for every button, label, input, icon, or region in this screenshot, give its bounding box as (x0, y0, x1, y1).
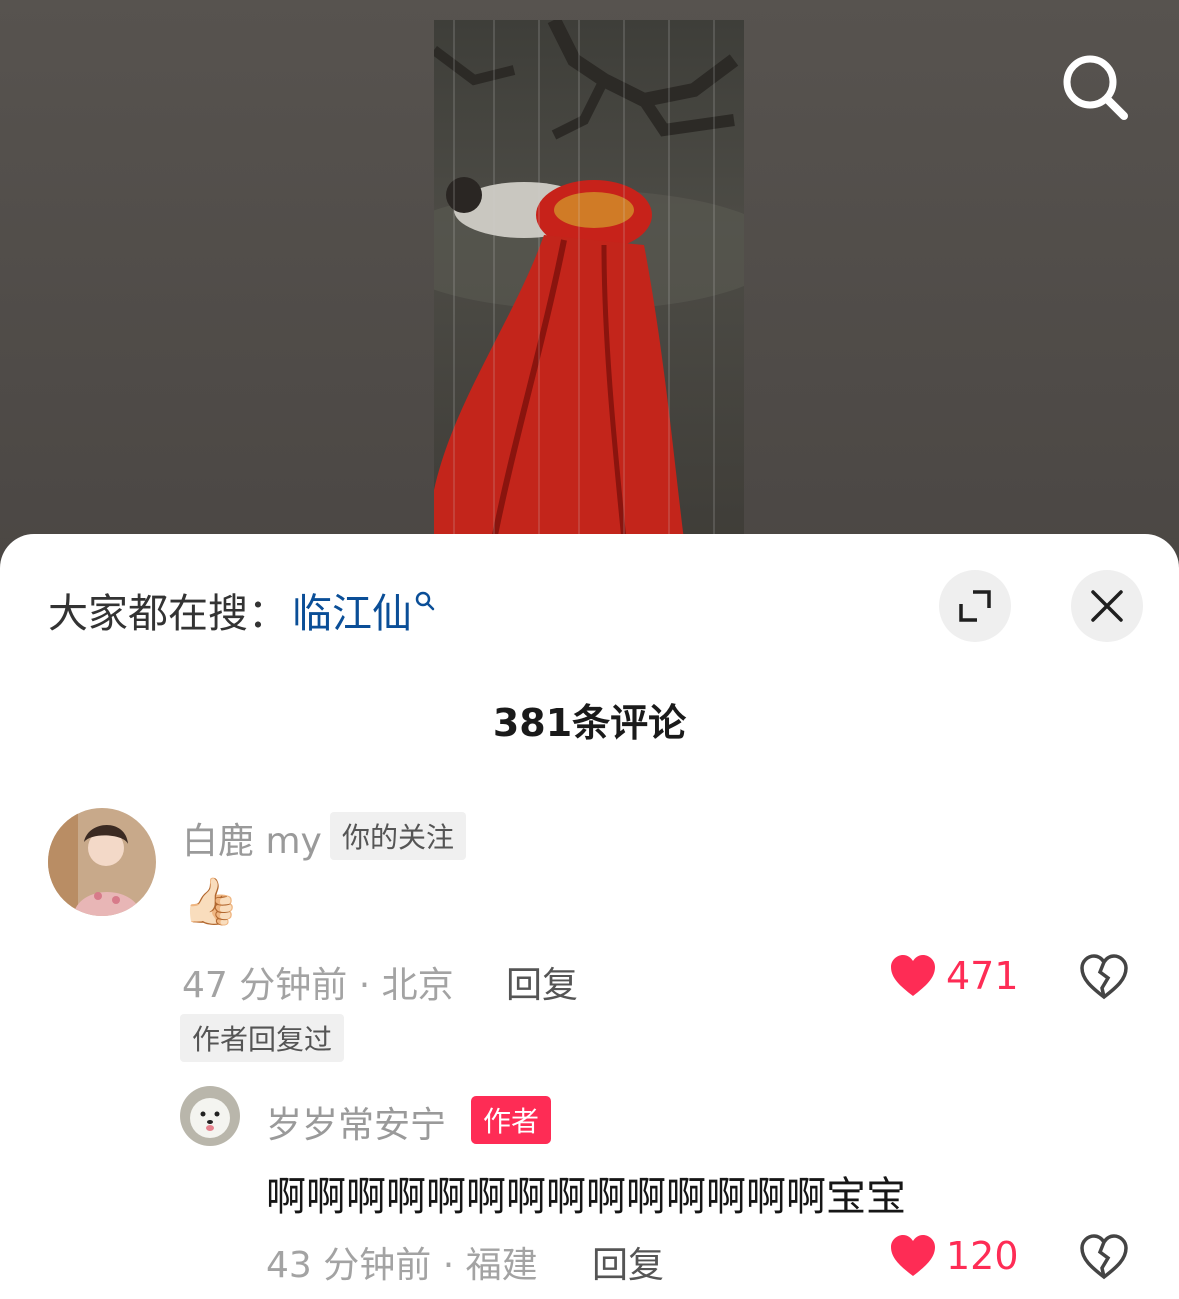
avatar[interactable] (180, 1086, 240, 1146)
broken-heart-icon (1080, 1234, 1128, 1280)
trending-search[interactable]: 大家都在搜： 临江仙 (48, 582, 436, 638)
comment-count-title: 381条评论 (492, 701, 687, 745)
painting-illustration (434, 20, 744, 540)
expand-button[interactable] (939, 570, 1011, 642)
comments-panel: 大家都在搜： 临江仙 381条评论 白鹿 my 你的关注 👍🏻 47 分钟前 ·… (0, 534, 1179, 1299)
avatar[interactable] (48, 808, 156, 916)
dislike-button[interactable] (1080, 954, 1128, 1004)
expand-icon (959, 590, 991, 622)
small-search-icon (415, 591, 435, 611)
reply-username[interactable]: 岁岁常安宁 (266, 1096, 446, 1148)
close-button[interactable] (1071, 570, 1143, 642)
like-button[interactable]: 471 (890, 954, 1019, 998)
trending-term-link[interactable]: 临江仙 (292, 581, 412, 639)
close-icon (1091, 590, 1123, 622)
heart-filled-icon (891, 1235, 935, 1276)
comment-time-location: 47 分钟前 · 北京 (182, 965, 454, 1006)
broken-heart-icon (1080, 954, 1128, 1000)
heart-filled-icon (891, 955, 935, 996)
video-background[interactable] (0, 0, 1179, 560)
author-replied-tag[interactable]: 作者回复过 (180, 1014, 345, 1062)
like-count: 471 (946, 954, 1019, 998)
reply-item: 岁岁常安宁 作者 啊啊啊啊啊啊啊啊啊啊啊啊啊啊宝宝 43 分钟前 · 福建 回复… (0, 1084, 1179, 1299)
avatar-image (48, 808, 156, 916)
trending-label: 大家都在搜： (48, 591, 288, 637)
search-button[interactable] (1058, 50, 1134, 126)
like-count: 120 (946, 1234, 1019, 1278)
search-icon (1063, 55, 1128, 120)
video-thumbnail[interactable] (434, 20, 744, 540)
reply-button[interactable]: 回复 (506, 956, 578, 1008)
comment-item: 白鹿 my 你的关注 👍🏻 47 分钟前 · 北京 回复 471 作者回复过 (0, 804, 1179, 1104)
reply-time-location: 43 分钟前 · 福建 (266, 1245, 538, 1286)
dislike-button[interactable] (1080, 1234, 1128, 1284)
avatar-image (180, 1086, 240, 1146)
following-badge: 你的关注 (330, 812, 467, 860)
comment-text: 👍🏻 (182, 874, 240, 928)
like-button[interactable]: 120 (890, 1234, 1019, 1278)
reply-text: 啊啊啊啊啊啊啊啊啊啊啊啊啊啊宝宝 (266, 1174, 906, 1220)
comment-username[interactable]: 白鹿 my (182, 812, 322, 864)
reply-button[interactable]: 回复 (592, 1236, 664, 1288)
author-badge: 作者 (471, 1096, 552, 1144)
